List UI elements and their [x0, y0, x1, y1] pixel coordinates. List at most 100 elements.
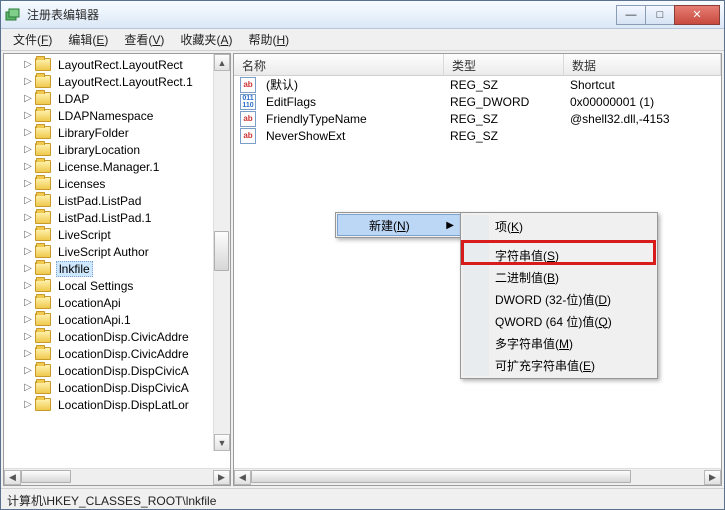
menu-edit[interactable]: 编辑(E) [60, 29, 116, 50]
context-submenu-new[interactable]: 项(K) 字符串值(S)二进制值(B)DWORD (32-位)值(D)QWORD … [460, 212, 658, 379]
expand-icon[interactable]: ▷ [22, 246, 34, 257]
tree-item[interactable]: ▷ LocationDisp.DispCivicA [22, 362, 230, 379]
tree-item[interactable]: ▷LocationDisp.DispLatLor [22, 396, 230, 413]
value-row[interactable]: abFriendlyTypeNameREG_SZ@shell32.dll,-41… [234, 110, 721, 127]
list-hscroll-thumb[interactable] [251, 470, 631, 483]
tree-item[interactable]: ▷ LocationDisp.CivicAddre [22, 345, 230, 362]
expand-icon[interactable]: ▷ [22, 195, 34, 206]
expand-icon[interactable]: ▷ [22, 399, 34, 410]
value-row[interactable]: 011110EditFlagsREG_DWORD0x00000001 (1) [234, 93, 721, 110]
chevron-right-icon: ▶ [446, 220, 454, 231]
tree-item-label: LocationDisp.DispCivicA [56, 364, 191, 378]
tree-item[interactable]: ▷LDAP [22, 90, 230, 107]
ctx-item[interactable]: 项(K) [463, 215, 655, 237]
menu-help[interactable]: 帮助(H) [240, 29, 297, 50]
expand-icon[interactable]: ▷ [22, 297, 34, 308]
expand-icon[interactable]: ▷ [22, 161, 34, 172]
expand-icon[interactable]: ▷ [22, 212, 34, 223]
expand-icon[interactable]: ▷ [22, 365, 34, 376]
tree-item-label: LibraryFolder [56, 126, 131, 140]
tree-item[interactable]: ▷ListPad.ListPad [22, 192, 230, 209]
expand-icon[interactable]: ▷ [22, 348, 34, 359]
folder-icon [35, 177, 51, 190]
col-type[interactable]: 类型 [444, 54, 564, 75]
expand-icon[interactable]: ▷ [22, 280, 34, 291]
ctx-item[interactable]: QWORD (64 位)值(Q) [463, 310, 655, 332]
col-name[interactable]: 名称 [234, 54, 444, 75]
folder-icon [35, 262, 51, 275]
folder-icon [35, 279, 51, 292]
tree-item[interactable]: ▷LiveScript Author [22, 243, 230, 260]
tree-item[interactable]: ▷LibraryLocation [22, 141, 230, 158]
expand-icon[interactable]: ▷ [22, 59, 34, 70]
tree-hscroll[interactable]: ◀ ▶ [4, 468, 230, 485]
tree-item[interactable]: ▷ LocationApi.1 [22, 311, 230, 328]
expand-icon[interactable]: ▷ [22, 314, 34, 325]
scroll-right-icon[interactable]: ▶ [213, 470, 230, 485]
tree-item[interactable]: ▷Licenses [22, 175, 230, 192]
menu-file[interactable]: 文件(F) [5, 29, 60, 50]
scroll-right-icon[interactable]: ▶ [704, 470, 721, 485]
list-header[interactable]: 名称 类型 数据 [234, 54, 721, 76]
expand-icon[interactable]: ▷ [22, 331, 34, 342]
expand-icon[interactable]: ▷ [22, 178, 34, 189]
tree-item[interactable]: ▷LiveScript [22, 226, 230, 243]
tree-item-label: LocationDisp.CivicAddre [56, 347, 191, 361]
scroll-left-icon[interactable]: ◀ [4, 470, 21, 485]
tree-item[interactable]: ▷License.Manager.1 [22, 158, 230, 175]
tree-item[interactable]: ▷LDAPNamespace [22, 107, 230, 124]
value-row[interactable]: ab(默认)REG_SZShortcut [234, 76, 721, 93]
ctx-item[interactable]: 可扩充字符串值(E) [463, 354, 655, 376]
ctx-item[interactable]: DWORD (32-位)值(D) [463, 288, 655, 310]
tree-vscroll[interactable]: ▲ ▼ [213, 54, 230, 451]
menu-favorites[interactable]: 收藏夹(A) [172, 29, 240, 50]
minimize-button[interactable]: — [616, 5, 646, 25]
key-tree[interactable]: ▷LayoutRect.LayoutRect▷LayoutRect.Layout… [4, 54, 230, 415]
expand-icon[interactable]: ▷ [22, 93, 34, 104]
close-button[interactable]: ✕ [674, 5, 720, 25]
value-name: (默认) [260, 76, 444, 93]
expand-icon[interactable]: ▷ [22, 229, 34, 240]
value-row[interactable]: abNeverShowExtREG_SZ [234, 127, 721, 144]
tree-item[interactable]: ▷LayoutRect.LayoutRect [22, 56, 230, 73]
string-icon: ab [240, 77, 256, 93]
folder-icon [35, 313, 51, 326]
expand-icon[interactable]: ▷ [22, 382, 34, 393]
expand-icon[interactable]: ▷ [22, 263, 34, 274]
tree-item[interactable]: ▷ Local Settings [22, 277, 230, 294]
context-menu[interactable]: 新建(N) ▶ [335, 212, 463, 238]
titlebar[interactable]: 注册表编辑器 — □ ✕ [1, 1, 724, 29]
expand-icon[interactable]: ▷ [22, 127, 34, 138]
expand-icon[interactable]: ▷ [22, 144, 34, 155]
ctx-item[interactable]: 多字符串值(M) [463, 332, 655, 354]
tree-item[interactable]: ▷ListPad.ListPad.1 [22, 209, 230, 226]
ctx-item[interactable]: 二进制值(B) [463, 266, 655, 288]
tree-item[interactable]: ▷LayoutRect.LayoutRect.1 [22, 73, 230, 90]
col-data[interactable]: 数据 [564, 54, 721, 75]
expand-icon[interactable]: ▷ [22, 76, 34, 87]
tree-vscroll-thumb[interactable] [214, 231, 229, 271]
tree-item[interactable]: ▷LocationDisp.DispCivicA [22, 379, 230, 396]
value-data: 0x00000001 (1) [564, 95, 660, 109]
maximize-button[interactable]: □ [645, 5, 675, 25]
tree-item[interactable]: ▷ LibraryFolder [22, 124, 230, 141]
tree-item-label: Local Settings [56, 279, 135, 293]
scroll-up-icon[interactable]: ▲ [214, 54, 230, 71]
scroll-left-icon[interactable]: ◀ [234, 470, 251, 485]
tree-item[interactable]: ▷LocationDisp.CivicAddre [22, 328, 230, 345]
menu-view[interactable]: 查看(V) [116, 29, 172, 50]
tree-item[interactable]: ▷lnkfile [22, 260, 230, 277]
value-data: @shell32.dll,-4153 [564, 112, 676, 126]
ctx-item[interactable]: 字符串值(S) [463, 244, 655, 266]
tree-item-label: LocationApi.1 [56, 313, 133, 327]
folder-icon [35, 194, 51, 207]
tree-hscroll-thumb[interactable] [21, 470, 71, 483]
list-hscroll[interactable]: ◀ ▶ [234, 468, 721, 485]
ctx-new[interactable]: 新建(N) ▶ [337, 214, 461, 236]
folder-icon [35, 347, 51, 360]
folder-icon [35, 75, 51, 88]
string-icon: ab [240, 111, 256, 127]
tree-item[interactable]: ▷LocationApi [22, 294, 230, 311]
scroll-down-icon[interactable]: ▼ [214, 434, 230, 451]
expand-icon[interactable]: ▷ [22, 110, 34, 121]
